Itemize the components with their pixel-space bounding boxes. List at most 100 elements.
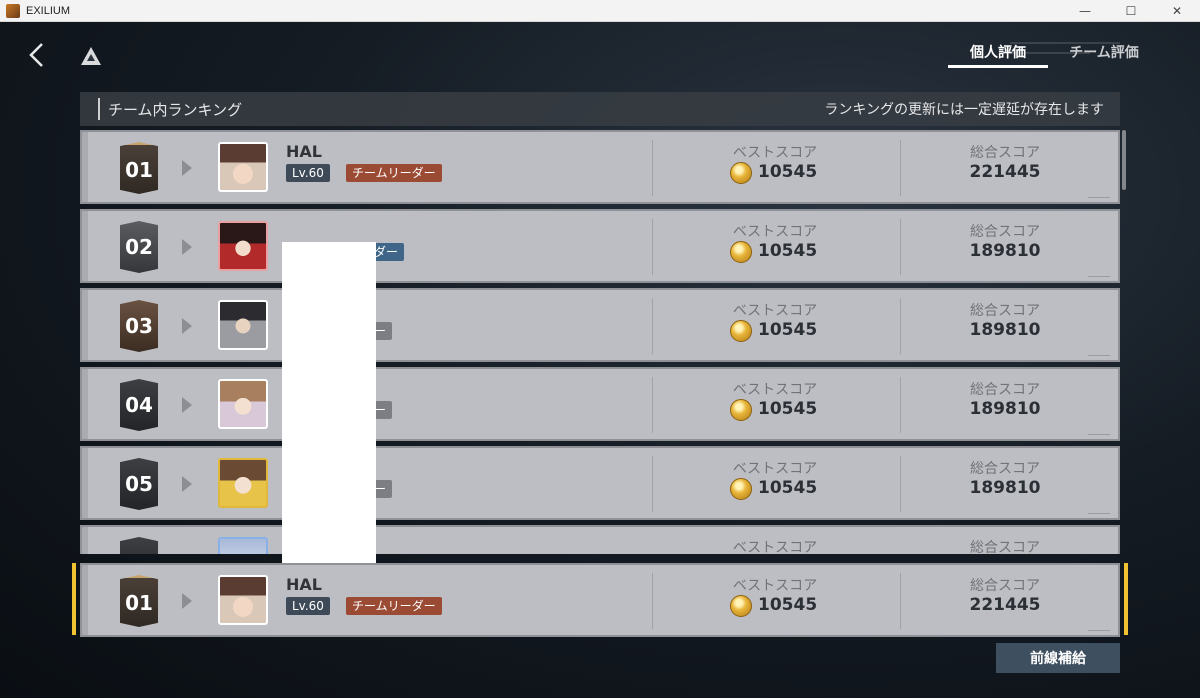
column-divider — [652, 456, 653, 512]
best-score-label: ベストスコア — [732, 303, 818, 319]
close-button[interactable]: ✕ — [1154, 0, 1200, 22]
best-score-label: ベストスコア — [732, 382, 818, 398]
column-divider — [900, 140, 901, 196]
own-ranking-row[interactable]: 01 HAL Lv.60 チームリーダー ベストスコア 10545 総合スコア … — [72, 563, 1128, 637]
home-logo-icon[interactable] — [80, 46, 102, 66]
column-divider — [900, 456, 901, 512]
tab-personal-evaluation[interactable]: 個人評価 — [948, 42, 1048, 68]
column-divider — [652, 298, 653, 354]
medal-coin-icon — [730, 399, 752, 421]
player-name: HAL — [286, 575, 322, 594]
column-divider — [652, 377, 653, 433]
role-badge: チームリーダー — [346, 597, 442, 615]
dark-hair-boy-avatar[interactable] — [218, 300, 268, 350]
total-score-value: 189810 — [969, 241, 1041, 261]
list-scrollbar[interactable] — [1122, 130, 1126, 190]
rank-number: 01 — [125, 590, 153, 615]
column-divider — [900, 573, 901, 629]
window-title: EXILIUM — [26, 4, 71, 17]
expand-arrow-icon[interactable] — [182, 239, 192, 255]
best-score-value: 10545 — [758, 399, 818, 419]
total-score-value: 221445 — [969, 595, 1041, 615]
ranking-row[interactable]: 01 HAL Lv.60 チームリーダー ベストスコア 10545 総合スコア … — [80, 563, 1120, 637]
rank-number: 02 — [125, 235, 153, 259]
back-arrow-icon[interactable] — [26, 42, 48, 68]
tab-team-evaluation[interactable]: チーム評価 — [1054, 42, 1154, 66]
best-score-label: ベストスコア — [732, 540, 818, 554]
column-divider — [900, 377, 901, 433]
best-score-value: 10545 — [758, 478, 818, 498]
maximize-button[interactable]: ☐ — [1108, 0, 1154, 22]
expand-arrow-icon[interactable] — [182, 397, 192, 413]
highlight-edge — [1124, 563, 1128, 635]
best-score-label: ベストスコア — [732, 145, 818, 161]
best-score-value: 10545 — [758, 241, 818, 261]
ranking-row[interactable]: 01 HAL Lv.60 チームリーダー ベストスコア 10545 総合スコア … — [80, 130, 1120, 204]
expand-arrow-icon[interactable] — [182, 160, 192, 176]
total-score-value: 189810 — [969, 320, 1041, 340]
total-score-label: 総合スコア — [970, 303, 1040, 319]
rank-badge: 05 — [120, 458, 158, 510]
ranking-row[interactable]: 04 ンバー ベストスコア 10545 総合スコア 189810 — [80, 367, 1120, 441]
total-score-label: 総合スコア — [970, 461, 1040, 477]
corner-decoration — [1088, 510, 1110, 514]
expand-arrow-icon[interactable] — [182, 318, 192, 334]
medal-coin-icon — [730, 478, 752, 500]
ranking-row[interactable]: 02 リーダー ベストスコア 10545 総合スコア 189810 — [80, 209, 1120, 283]
rank-number: 06 — [125, 551, 153, 554]
rank-badge: 02 — [120, 221, 158, 273]
corner-decoration — [1088, 352, 1110, 356]
row-stripe — [82, 369, 88, 439]
ranking-row[interactable]: 05 ンバー ベストスコア 10545 総合スコア 189810 — [80, 446, 1120, 520]
corner-decoration — [1088, 431, 1110, 435]
total-score-label: 総合スコア — [970, 224, 1040, 240]
total-score-label: 総合スコア — [970, 145, 1040, 161]
row-stripe — [82, 211, 88, 281]
ranking-row[interactable]: 03 ンバー ベストスコア 10545 総合スコア 189810 — [80, 288, 1120, 362]
total-score-label: 総合スコア — [970, 540, 1040, 554]
best-score-value: 10545 — [758, 162, 818, 182]
fox-ear-girl-avatar[interactable] — [218, 575, 268, 625]
total-score-value: 189810 — [969, 399, 1041, 419]
best-score-label: ベストスコア — [732, 224, 818, 240]
minimize-button[interactable]: — — [1062, 0, 1108, 22]
total-score-value: 189810 — [969, 478, 1041, 498]
row-stripe — [82, 132, 88, 202]
column-divider — [900, 219, 901, 275]
column-divider — [652, 140, 653, 196]
total-score-label: 総合スコア — [970, 578, 1040, 594]
row-stripe — [82, 527, 88, 554]
role-badge: チームリーダー — [346, 164, 442, 182]
redaction-box — [282, 242, 376, 576]
rank-number: 05 — [125, 472, 153, 496]
ranking-delay-note: ランキングの更新には一定遅延が存在します — [824, 102, 1104, 118]
ranking-list[interactable]: 01 HAL Lv.60 チームリーダー ベストスコア 10545 総合スコア … — [80, 130, 1120, 554]
blue-frame-avatar[interactable] — [218, 537, 268, 554]
medal-coin-icon — [730, 241, 752, 263]
brown-hair-girl-avatar[interactable] — [218, 458, 268, 508]
header-marker-icon — [98, 98, 102, 120]
corner-decoration — [1088, 273, 1110, 277]
red-dress-girl-avatar[interactable] — [218, 221, 268, 271]
rank-badge: 01 — [120, 142, 158, 194]
light-hair-girl-avatar[interactable] — [218, 379, 268, 429]
expand-arrow-icon[interactable] — [182, 476, 192, 492]
ranking-header: チーム内ランキング ランキングの更新には一定遅延が存在します — [80, 92, 1120, 126]
column-divider — [900, 298, 901, 354]
medal-coin-icon — [730, 320, 752, 342]
ranking-row[interactable]: 06 ベストスコア 総合スコア — [80, 525, 1120, 554]
total-score-value: 221445 — [969, 162, 1041, 182]
rank-badge: 03 — [120, 300, 158, 352]
frontline-supply-button[interactable]: 前線補給 — [996, 643, 1120, 673]
window-controls: — ☐ ✕ — [1062, 0, 1200, 22]
app-icon — [6, 3, 20, 18]
ranking-title: チーム内ランキング — [108, 100, 243, 119]
expand-arrow-icon[interactable] — [182, 593, 192, 609]
rank-badge: 04 — [120, 379, 158, 431]
window-titlebar: EXILIUM — ☐ ✕ — [0, 0, 1200, 22]
row-stripe — [82, 290, 88, 360]
fox-ear-girl-avatar[interactable] — [218, 142, 268, 192]
rank-number: 01 — [125, 157, 153, 182]
highlight-edge — [72, 563, 76, 635]
column-divider — [652, 219, 653, 275]
